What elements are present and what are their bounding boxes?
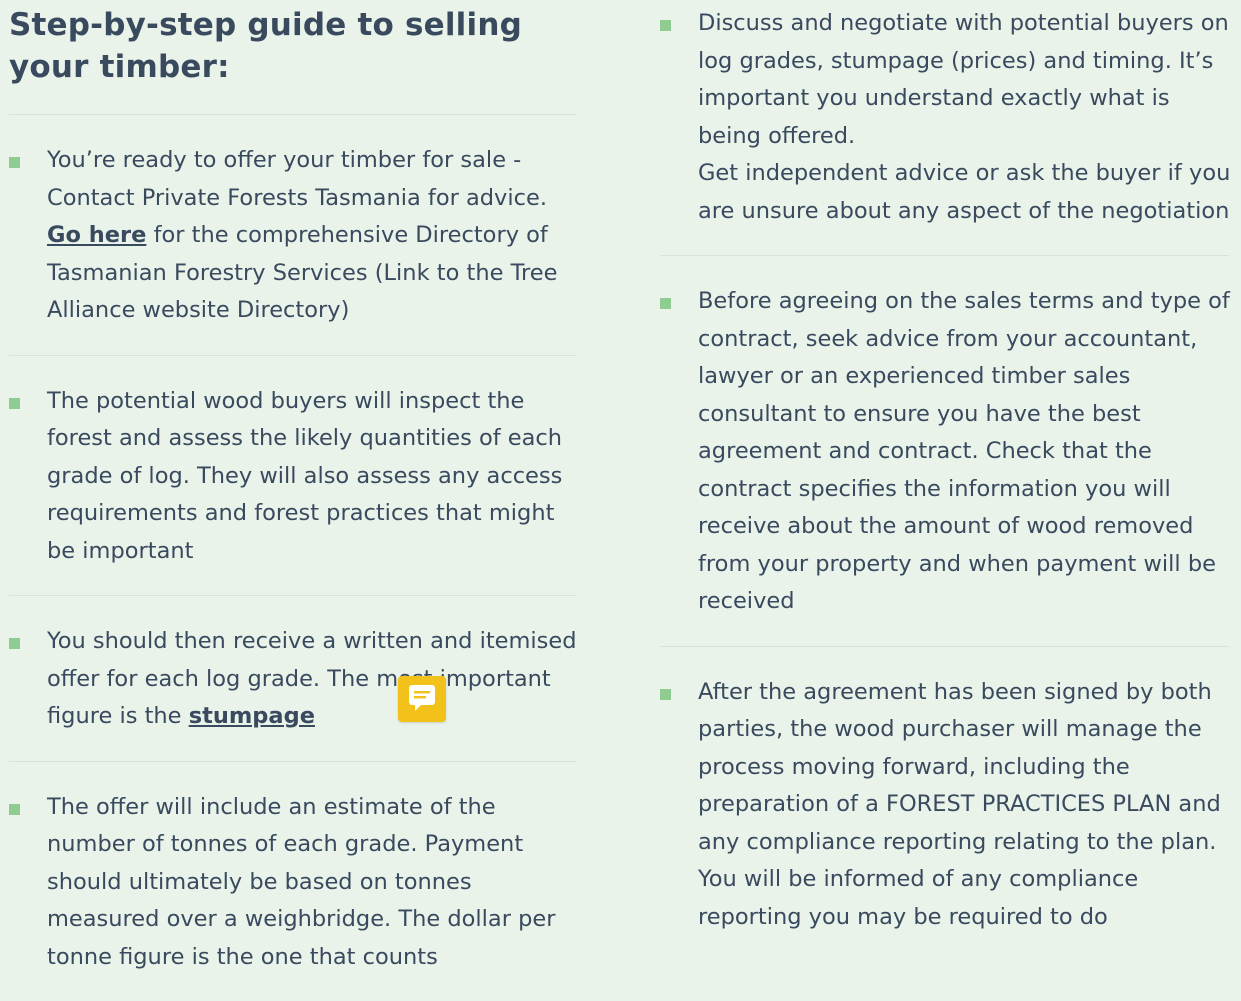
left-column: Step-by-step guide to selling your timbe… bbox=[9, 0, 579, 976]
list-item-text: The offer will include an estimate of th… bbox=[47, 793, 556, 970]
square-bullet-icon bbox=[660, 688, 671, 700]
list-item-text: Before agreeing on the sales terms and t… bbox=[698, 288, 1230, 614]
list-item: After the agreement has been signed by b… bbox=[660, 674, 1236, 937]
square-bullet-icon bbox=[660, 298, 671, 309]
list-item: The offer will include an estimate of th… bbox=[9, 789, 587, 977]
square-bullet-icon bbox=[9, 397, 20, 409]
page-title: Step-by-step guide to selling your timbe… bbox=[9, 0, 579, 88]
stumpage-link[interactable]: stumpage bbox=[189, 703, 315, 729]
chat-widget-button[interactable] bbox=[398, 676, 446, 722]
page-title-line-1: Step-by-step guide to selling bbox=[9, 7, 522, 43]
page-title-line-2: your timber: bbox=[9, 49, 230, 85]
list-item-text: Discuss and negotiate with potential buy… bbox=[698, 10, 1229, 149]
list-item: The potential wood buyers will inspect t… bbox=[9, 383, 587, 571]
list-item: Before agreeing on the sales terms and t… bbox=[660, 283, 1236, 621]
directory-link[interactable]: Go here bbox=[47, 222, 146, 248]
list-item: You should then receive a written and it… bbox=[9, 623, 587, 736]
page: Step-by-step guide to selling your timbe… bbox=[0, 0, 1241, 1001]
list-item: You’re ready to offer your timber for sa… bbox=[9, 142, 587, 330]
list-item-text: You should then receive a written and it… bbox=[47, 628, 577, 729]
chat-message-icon bbox=[409, 685, 435, 711]
list-item-text: You’re ready to offer your timber for sa… bbox=[47, 147, 558, 323]
list-item-text: After the agreement has been signed by b… bbox=[698, 678, 1221, 930]
list-item: Discuss and negotiate with potential buy… bbox=[660, 5, 1236, 230]
square-bullet-icon bbox=[9, 803, 20, 815]
list-item-text-2: Get independent advice or ask the buyer … bbox=[698, 160, 1231, 224]
square-bullet-icon bbox=[9, 638, 20, 649]
square-bullet-icon bbox=[9, 157, 20, 168]
list-item-text: The potential wood buyers will inspect t… bbox=[47, 387, 563, 564]
square-bullet-icon bbox=[660, 20, 671, 31]
right-column: Discuss and negotiate with potential buy… bbox=[660, 0, 1236, 936]
